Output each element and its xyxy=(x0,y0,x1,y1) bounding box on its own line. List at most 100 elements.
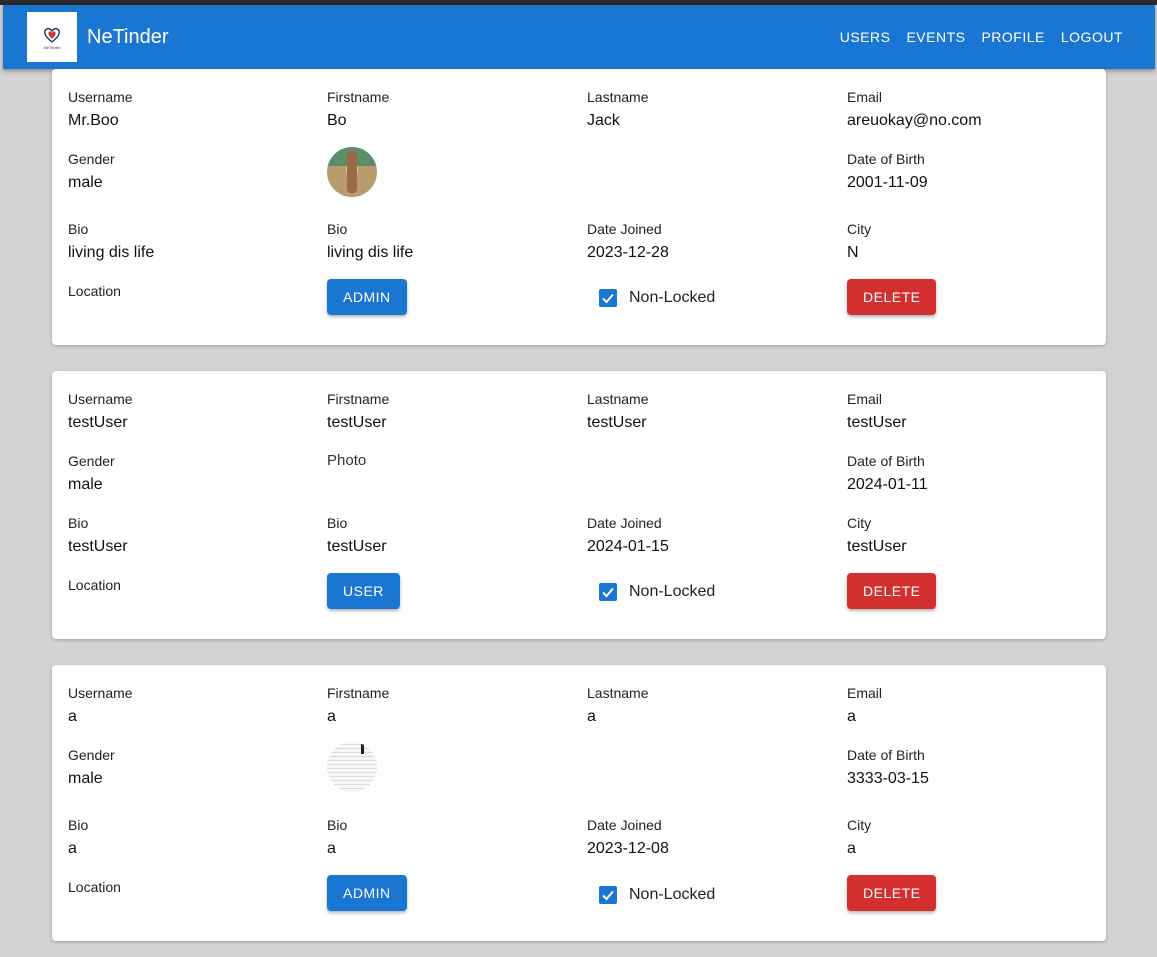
email-field: Email a xyxy=(847,685,882,727)
bio-field: Bio testUser xyxy=(68,515,128,557)
gender-value: male xyxy=(68,770,103,787)
firstname-field: Firstname a xyxy=(327,685,389,727)
gender-field: Gender male xyxy=(68,151,115,193)
bio-label: Bio xyxy=(68,817,89,833)
date-joined-value: 2023-12-28 xyxy=(587,244,669,261)
role-button[interactable]: USER xyxy=(327,573,400,609)
date-joined-field: Date Joined 2024-01-15 xyxy=(587,515,669,557)
email-value: areuokay@no.com xyxy=(847,112,982,129)
lastname-value: a xyxy=(587,708,596,725)
dob-label: Date of Birth xyxy=(847,453,925,469)
bio-value: testUser xyxy=(68,538,128,555)
user-photo-avatar[interactable] xyxy=(327,147,377,197)
email-field: Email areuokay@no.com xyxy=(847,89,982,131)
location-label: Location xyxy=(68,577,121,593)
gender-label: Gender xyxy=(68,151,115,167)
check-icon xyxy=(602,890,614,901)
gender-label: Gender xyxy=(68,747,115,763)
bio-field-secondary: Bio a xyxy=(327,817,347,859)
bio-value: living dis life xyxy=(327,244,414,261)
location-label: Location xyxy=(68,879,121,895)
non-locked-checkbox[interactable] xyxy=(599,289,617,307)
nav-users[interactable]: USERS xyxy=(840,28,891,46)
user-card: Username Mr.Boo Firstname Bo Lastname Ja… xyxy=(52,69,1106,345)
bio-field-secondary: Bio testUser xyxy=(327,515,387,557)
role-button[interactable]: ADMIN xyxy=(327,279,407,315)
city-value: a xyxy=(847,840,856,857)
email-label: Email xyxy=(847,391,883,407)
date-joined-label: Date Joined xyxy=(587,221,662,237)
delete-button[interactable]: DELETE xyxy=(847,573,937,609)
nav-events[interactable]: EVENTS xyxy=(906,28,965,46)
user-card: Username a Firstname a Lastname a Email … xyxy=(52,665,1106,941)
bio-label: Bio xyxy=(68,221,89,237)
non-locked-control: Non-Locked xyxy=(599,288,715,308)
gender-field: Gender male xyxy=(68,453,115,495)
nav-profile[interactable]: PROFILE xyxy=(981,28,1044,46)
firstname-value: Bo xyxy=(327,112,347,129)
email-value: testUser xyxy=(847,414,907,431)
non-locked-checkbox[interactable] xyxy=(599,886,617,904)
date-joined-value: 2023-12-08 xyxy=(587,840,669,857)
email-label: Email xyxy=(847,685,883,701)
role-button[interactable]: ADMIN xyxy=(327,875,407,911)
heart-logo-icon xyxy=(44,27,60,43)
lastname-label: Lastname xyxy=(587,391,649,407)
city-label: City xyxy=(847,817,872,833)
bio-value: a xyxy=(327,840,336,857)
date-joined-label: Date Joined xyxy=(587,515,662,531)
firstname-label: Firstname xyxy=(327,685,390,701)
username-value: testUser xyxy=(68,414,128,431)
non-locked-checkbox[interactable] xyxy=(599,583,617,601)
email-value: a xyxy=(847,708,856,725)
gender-value: male xyxy=(68,174,103,191)
email-label: Email xyxy=(847,89,883,105)
app-bar: NeTinder NeTinder USERS EVENTS PROFILE L… xyxy=(3,5,1155,69)
photo-alt-text: Photo xyxy=(327,452,367,469)
non-locked-label: Non-Locked xyxy=(629,886,716,903)
gender-value: male xyxy=(68,476,103,493)
app-logo[interactable]: NeTinder xyxy=(27,12,77,62)
city-label: City xyxy=(847,221,872,237)
app-title: NeTinder xyxy=(87,26,169,48)
lastname-label: Lastname xyxy=(587,89,649,105)
firstname-field: Firstname testUser xyxy=(327,391,389,433)
bio-label: Bio xyxy=(327,817,348,833)
non-locked-label: Non-Locked xyxy=(629,289,716,306)
bio-field: Bio a xyxy=(68,817,88,859)
city-value: N xyxy=(847,244,859,261)
delete-button[interactable]: DELETE xyxy=(847,279,937,315)
city-value: testUser xyxy=(847,538,907,555)
firstname-label: Firstname xyxy=(327,89,390,105)
bio-label: Bio xyxy=(68,515,89,531)
bio-label: Bio xyxy=(327,515,348,531)
delete-button[interactable]: DELETE xyxy=(847,875,937,911)
dob-label: Date of Birth xyxy=(847,747,925,763)
gender-label: Gender xyxy=(68,453,115,469)
dob-field: Date of Birth 2001-11-09 xyxy=(847,151,928,193)
dob-value: 2001-11-09 xyxy=(847,174,928,191)
bio-value: a xyxy=(68,840,77,857)
location-field: Location xyxy=(68,577,121,593)
dob-label: Date of Birth xyxy=(847,151,925,167)
date-joined-field: Date Joined 2023-12-08 xyxy=(587,817,669,859)
bio-field-secondary: Bio living dis life xyxy=(327,221,413,263)
username-field: Username Mr.Boo xyxy=(68,89,133,131)
check-icon xyxy=(602,587,614,598)
email-field: Email testUser xyxy=(847,391,907,433)
city-field: City testUser xyxy=(847,515,907,557)
city-label: City xyxy=(847,515,872,531)
bio-value: testUser xyxy=(327,538,387,555)
lastname-field: Lastname testUser xyxy=(587,391,648,433)
user-photo-avatar[interactable] xyxy=(327,742,377,792)
firstname-label: Firstname xyxy=(327,391,390,407)
nav-logout[interactable]: LOGOUT xyxy=(1061,28,1123,46)
lastname-field: Lastname Jack xyxy=(587,89,648,131)
username-field: Username a xyxy=(68,685,133,727)
bio-label: Bio xyxy=(327,221,348,237)
location-field: Location xyxy=(68,283,121,299)
main-nav: USERS EVENTS PROFILE LOGOUT xyxy=(840,28,1123,46)
lastname-value: Jack xyxy=(587,112,620,129)
user-card: Username testUser Firstname testUser Las… xyxy=(52,371,1106,639)
firstname-value: testUser xyxy=(327,414,387,431)
